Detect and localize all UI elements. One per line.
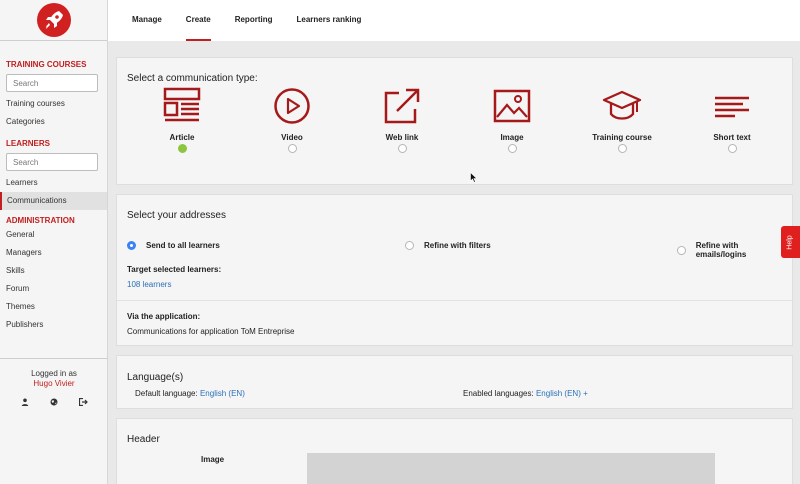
sidebar-item-categories[interactable]: Categories	[0, 113, 107, 131]
addresses-panel: Select your addresses Send to all learne…	[116, 194, 793, 346]
sidebar-item-general[interactable]: General	[0, 226, 107, 244]
web-link-radio[interactable]	[397, 144, 407, 153]
article-radio[interactable]	[177, 144, 187, 153]
languages-title: Language(s)	[127, 372, 184, 383]
refine-filters-label: Refine with filters	[424, 241, 491, 250]
comm-type-label: Web link	[385, 133, 419, 142]
short-text-icon	[715, 96, 749, 118]
languages-panel: Language(s) Default language: English (E…	[116, 355, 793, 409]
comm-type-video[interactable]: Video	[237, 86, 347, 153]
tab-create[interactable]: Create	[174, 0, 223, 41]
header-image-dropzone[interactable]	[307, 453, 715, 484]
mouse-cursor-icon	[470, 171, 478, 186]
globe-icon[interactable]	[50, 398, 58, 408]
section-title-training: TRAINING COURSES	[6, 60, 87, 69]
default-language-label: Default language:	[135, 389, 198, 398]
user-name-link[interactable]: Hugo Vivier	[0, 379, 108, 388]
default-language-link[interactable]: English (EN)	[200, 389, 245, 398]
logged-in-box: Logged in as Hugo Vivier	[0, 358, 108, 408]
comm-type-label: Video	[281, 133, 303, 142]
sidebar-item-themes[interactable]: Themes	[0, 298, 107, 316]
external-link-icon	[384, 88, 420, 124]
enabled-languages: Enabled languages: English (EN) +	[463, 389, 588, 398]
comm-type-article[interactable]: Article	[127, 86, 237, 153]
enabled-languages-label: Enabled languages:	[463, 389, 534, 398]
addresses-title: Select your addresses	[127, 210, 226, 221]
sidebar-item-managers[interactable]: Managers	[0, 244, 107, 262]
header-title: Header	[127, 434, 160, 445]
logo-area	[0, 0, 107, 41]
via-application-value: Communications for application ToM Entre…	[127, 327, 295, 336]
communication-type-panel: Select a communication type: Article Vid…	[116, 57, 793, 185]
refine-emails-radio[interactable]	[677, 245, 686, 255]
image-radio[interactable]	[507, 144, 517, 153]
comm-type-image[interactable]: Image	[457, 86, 567, 153]
training-search-input[interactable]	[6, 74, 98, 92]
tab-reporting[interactable]: Reporting	[223, 0, 285, 41]
default-language: Default language: English (EN)	[135, 389, 245, 398]
training-course-radio[interactable]	[617, 144, 627, 153]
logged-in-label: Logged in as	[31, 369, 77, 378]
via-application-label: Via the application:	[127, 312, 201, 321]
comm-type-short-text[interactable]: Short text	[677, 86, 787, 153]
target-learners-link[interactable]: 108 learners	[127, 280, 171, 289]
header-panel: Header Image	[116, 418, 793, 484]
help-label: Help	[787, 234, 794, 250]
learners-search-input[interactable]	[6, 153, 98, 171]
comm-type-label: Article	[169, 133, 195, 142]
user-profile-icon[interactable]	[21, 398, 29, 408]
comm-type-training-course[interactable]: Training course	[567, 86, 677, 153]
sidebar-item-training-courses[interactable]: Training courses	[0, 95, 107, 113]
send-to-all-radio[interactable]	[127, 241, 136, 250]
send-to-all-option[interactable]: Send to all learners	[127, 241, 220, 250]
refine-emails-option[interactable]: Refine with emails/logins	[677, 241, 787, 259]
header-image-label: Image	[201, 455, 225, 464]
communication-type-title: Select a communication type:	[127, 73, 258, 84]
rocket-logo-icon[interactable]	[36, 3, 71, 37]
enabled-languages-link[interactable]: English (EN) +	[536, 389, 588, 398]
section-title-administration: ADMINISTRATION	[6, 216, 75, 225]
section-title-learners: LEARNERS	[6, 139, 51, 148]
sidebar-item-skills[interactable]: Skills	[0, 262, 107, 280]
comm-type-label: Training course	[592, 133, 652, 142]
help-button[interactable]: Help	[781, 226, 800, 258]
comm-type-label: Image	[500, 133, 524, 142]
refine-filters-option[interactable]: Refine with filters	[405, 241, 491, 250]
comm-type-web-link[interactable]: Web link	[347, 86, 457, 153]
sidebar: TRAINING COURSES Training courses Catego…	[0, 0, 108, 484]
short-text-radio[interactable]	[727, 144, 737, 153]
refine-filters-radio[interactable]	[405, 241, 414, 250]
refine-emails-label: Refine with emails/logins	[695, 241, 747, 259]
target-learners-label: Target selected learners:	[127, 265, 222, 274]
sidebar-item-forum[interactable]: Forum	[0, 280, 107, 298]
send-to-all-label: Send to all learners	[146, 241, 220, 250]
top-navigation: Manage Create Reporting Learners ranking	[108, 0, 800, 41]
tab-learners-ranking[interactable]: Learners ranking	[284, 0, 373, 41]
article-icon	[163, 87, 201, 122]
play-circle-icon	[274, 88, 310, 124]
video-radio[interactable]	[287, 144, 297, 153]
sidebar-item-publishers[interactable]: Publishers	[0, 316, 107, 334]
logout-icon[interactable]	[78, 397, 88, 408]
graduation-cap-icon	[602, 90, 642, 120]
image-icon	[493, 89, 531, 123]
tab-manage[interactable]: Manage	[108, 0, 174, 41]
sidebar-item-communications[interactable]: Communications	[0, 192, 107, 210]
sidebar-item-learners[interactable]: Learners	[0, 174, 107, 192]
comm-type-label: Short text	[713, 133, 751, 142]
